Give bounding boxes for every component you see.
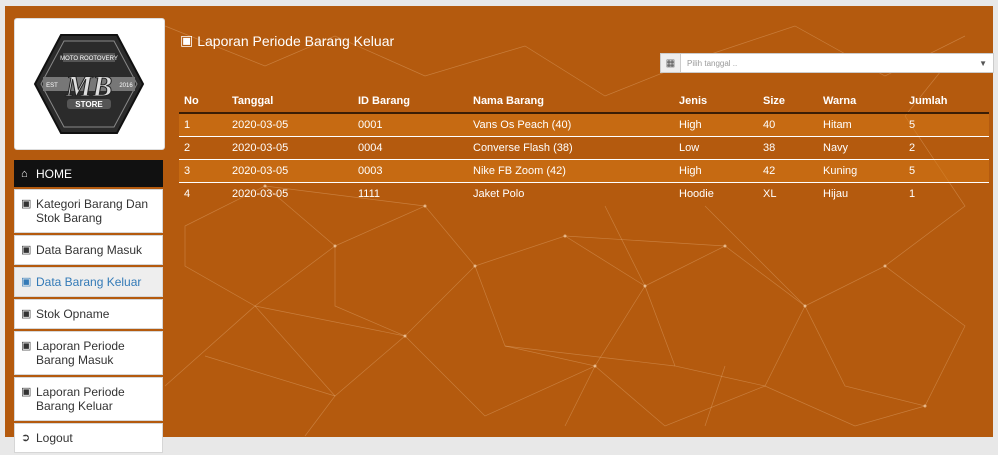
col-header: ID Barang [358,90,473,114]
table-row: 2 2020-03-05 0004 Converse Flash (38) Lo… [179,136,989,160]
cell-jumlah: 2 [909,136,989,160]
cell-size: 40 [763,113,823,137]
cell-jumlah: 5 [909,159,989,183]
cell-tanggal: 2020-03-05 [232,159,358,183]
sidebar-item-laporan-masuk[interactable]: ▣ Laporan Periode Barang Masuk [14,331,163,375]
cell-tanggal: 2020-03-05 [232,113,358,137]
svg-text:MOTO ROOTOVERY: MOTO ROOTOVERY [60,56,118,62]
cell-tanggal: 2020-03-05 [232,136,358,160]
cell-size: 42 [763,159,823,183]
cell-warna: Navy [823,136,909,160]
briefcase-icon: ▣ [21,340,32,352]
col-header: Jenis [679,90,763,114]
cell-jenis: High [679,113,763,137]
briefcase-icon: ▣ [21,198,32,210]
briefcase-icon: ▣ [180,32,194,48]
cell-size: XL [763,188,777,200]
col-header: Tanggal [232,90,358,114]
cell-warna: Hijau [823,188,849,200]
cell-nama-barang: Nike FB Zoom (42) [473,159,679,183]
cell-jenis: Low [679,136,763,160]
store-logo: MOTO ROOTOVERY EST 2016 MB STORE [14,18,165,150]
briefcase-icon: ▣ [21,276,32,288]
table-header-row: No Tanggal ID Barang Nama Barang Jenis S… [179,90,989,114]
svg-text:2016: 2016 [119,83,133,89]
cell-jenis: Hoodie [679,188,714,200]
cell-no: 2 [179,136,232,160]
svg-text:EST: EST [46,83,58,89]
cell-no: 3 [179,159,232,183]
col-header: Warna [823,90,909,114]
sidebar-item-kategori[interactable]: ▣ Kategori Barang Dan Stok Barang [14,189,163,233]
briefcase-icon: ▣ [21,386,32,398]
chevron-down-icon: ▼ [979,58,987,68]
report-table: No Tanggal ID Barang Nama Barang Jenis S… [179,90,989,205]
briefcase-icon: ▣ [21,244,32,256]
sidebar-item-stok-opname[interactable]: ▣ Stok Opname [14,299,163,329]
cell-jenis: High [679,159,763,183]
sidebar-item-barang-keluar[interactable]: ▣ Data Barang Keluar [14,267,163,297]
sidebar-item-home[interactable]: ⌂ HOME [14,160,163,187]
table-row: 3 2020-03-05 0003 Nike FB Zoom (42) High… [179,159,989,183]
sidebar-item-laporan-keluar[interactable]: ▣ Laporan Periode Barang Keluar [14,377,163,421]
cell-no: 1 [179,113,232,137]
svg-text:STORE: STORE [75,100,103,109]
date-select[interactable]: Pilih tanggal .. ▼ [680,53,994,73]
home-icon: ⌂ [21,167,28,180]
sidebar-item-logout[interactable]: ➲ Logout [14,423,163,453]
calendar-icon[interactable]: ▦ [660,53,680,73]
cell-warna: Kuning [823,159,909,183]
cell-no: 4 [184,188,191,200]
cell-nama-barang: Jaket Polo [473,188,525,200]
col-header: No [179,90,232,114]
page-title: ▣ Laporan Periode Barang Keluar [180,32,395,49]
cell-size: 38 [763,136,823,160]
cell-tanggal: 2020-03-05 [232,188,289,200]
cell-id-barang: 0001 [358,113,473,137]
table-row: 1 2020-03-05 0001 Vans Os Peach (40) Hig… [179,113,989,137]
col-header: Nama Barang [473,90,679,114]
cell-jumlah: 1 [909,188,916,200]
cell-jumlah: 5 [909,113,989,137]
col-header: Size [763,90,823,114]
sidebar-item-barang-masuk[interactable]: ▣ Data Barang Masuk [14,235,163,265]
col-header: Jumlah [909,90,989,114]
briefcase-icon: ▣ [21,308,32,320]
logout-icon: ➲ [21,432,31,444]
cell-warna: Hitam [823,113,909,137]
svg-text:MB: MB [65,70,113,103]
cell-nama-barang: Vans Os Peach (40) [473,113,679,137]
cell-id-barang: 1111 [358,188,381,200]
cell-id-barang: 0004 [358,136,473,160]
table-row: 4 2020-03-05 1111 Jaket Polo Hoodie XL H… [179,183,989,206]
date-picker[interactable]: ▦ Pilih tanggal .. ▼ [660,53,994,73]
cell-nama-barang: Converse Flash (38) [473,136,679,160]
sidebar-menu: ⌂ HOME ▣ Kategori Barang Dan Stok Barang… [14,160,163,455]
cell-id-barang: 0003 [358,159,473,183]
